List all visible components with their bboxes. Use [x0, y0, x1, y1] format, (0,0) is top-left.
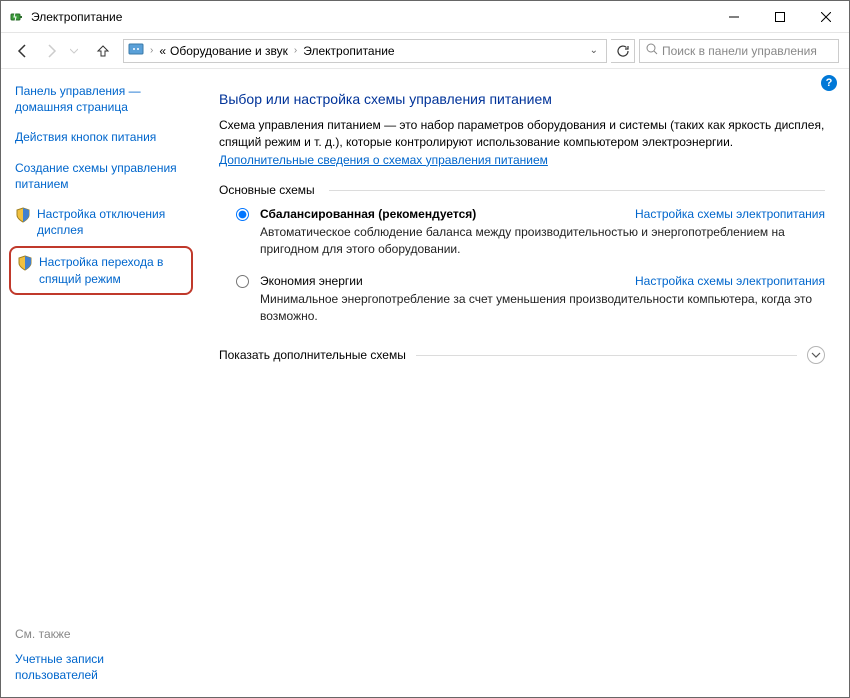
- sidebar-user-accounts-link[interactable]: Учетные записи пользователей: [15, 651, 187, 683]
- up-button[interactable]: [91, 39, 115, 63]
- plan-saver-settings-link[interactable]: Настройка схемы электропитания: [635, 274, 825, 288]
- chevron-right-icon[interactable]: ›: [292, 45, 299, 56]
- recent-dropdown-button[interactable]: [67, 39, 81, 63]
- sidebar-sleep-setting-highlight: Настройка перехода в спящий режим: [9, 246, 193, 294]
- breadcrumb-root[interactable]: «: [159, 44, 166, 58]
- plan-saver-radio[interactable]: [236, 275, 249, 288]
- address-dropdown-button[interactable]: ⌄: [586, 45, 602, 56]
- refresh-button[interactable]: [611, 39, 635, 63]
- main-content: ? Выбор или настройка схемы управления п…: [199, 69, 849, 697]
- power-plan-saver: Экономия энергии Настройка схемы электро…: [231, 274, 825, 325]
- plan-balanced-name: Сбалансированная (рекомендуется): [260, 207, 476, 221]
- sidebar-home-link[interactable]: Панель управления — домашняя страница: [15, 83, 187, 115]
- chevron-down-icon[interactable]: [807, 346, 825, 364]
- sidebar-display-off-link[interactable]: Настройка отключения дисплея: [37, 206, 187, 238]
- help-button[interactable]: ?: [821, 75, 837, 91]
- sidebar: Панель управления — домашняя страница Де…: [1, 69, 199, 697]
- learn-more-link[interactable]: Дополнительные сведения о схемах управле…: [219, 153, 548, 167]
- window-controls: [711, 1, 849, 32]
- page-description: Схема управления питанием — это набор па…: [219, 117, 825, 169]
- plan-balanced-radio[interactable]: [236, 208, 249, 221]
- titlebar: Электропитание: [1, 1, 849, 33]
- plan-balanced-settings-link[interactable]: Настройка схемы электропитания: [635, 207, 825, 221]
- back-button[interactable]: [11, 39, 35, 63]
- sidebar-create-plan-link[interactable]: Создание схемы управления питанием: [15, 160, 187, 192]
- plan-saver-name: Экономия энергии: [260, 274, 363, 288]
- control-panel-icon: [128, 41, 144, 60]
- navigation-bar: › « Оборудование и звук › Электропитание…: [1, 33, 849, 69]
- close-button[interactable]: [803, 1, 849, 32]
- group-main-plans-label: Основные схемы: [219, 183, 825, 197]
- search-input[interactable]: Поиск в панели управления: [639, 39, 839, 63]
- breadcrumb-hardware-sound[interactable]: Оборудование и звук: [170, 44, 288, 58]
- show-additional-plans-row[interactable]: Показать дополнительные схемы: [219, 346, 825, 364]
- chevron-right-icon[interactable]: ›: [148, 45, 155, 56]
- forward-button[interactable]: [39, 39, 63, 63]
- content-body: Панель управления — домашняя страница Де…: [1, 69, 849, 697]
- shield-icon: [17, 255, 33, 271]
- window-frame: Электропитание › « Оборудование и звук: [0, 0, 850, 698]
- see-also-label: См. также: [15, 627, 187, 641]
- plan-balanced-desc: Автоматическое соблюдение баланса между …: [260, 224, 825, 258]
- power-options-icon: [9, 9, 25, 25]
- address-bar[interactable]: › « Оборудование и звук › Электропитание…: [123, 39, 607, 63]
- show-additional-plans-label: Показать дополнительные схемы: [219, 348, 406, 362]
- search-icon: [646, 43, 658, 58]
- breadcrumb-power[interactable]: Электропитание: [303, 44, 394, 58]
- maximize-button[interactable]: [757, 1, 803, 32]
- minimize-button[interactable]: [711, 1, 757, 32]
- power-plan-balanced: Сбалансированная (рекомендуется) Настрой…: [231, 207, 825, 258]
- sidebar-display-off-row: Настройка отключения дисплея: [15, 206, 187, 238]
- shield-icon: [15, 207, 31, 223]
- sidebar-sleep-setting-link[interactable]: Настройка перехода в спящий режим: [39, 254, 185, 286]
- window-title: Электропитание: [31, 10, 711, 24]
- divider: [416, 355, 797, 356]
- search-placeholder: Поиск в панели управления: [662, 44, 817, 58]
- plan-saver-desc: Минимальное энергопотребление за счет ум…: [260, 291, 825, 325]
- page-title: Выбор или настройка схемы управления пит…: [219, 91, 825, 107]
- sidebar-power-buttons-link[interactable]: Действия кнопок питания: [15, 129, 187, 145]
